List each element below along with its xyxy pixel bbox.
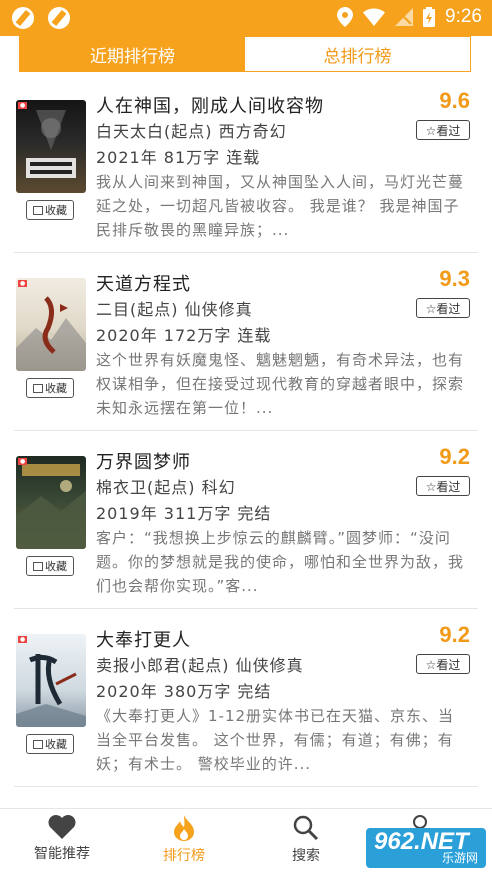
list-item[interactable]: ● 收藏 天道方程式 二目(起点) 仙侠修真 2020年 172万字 连载 这个… xyxy=(0,264,492,434)
bookmark-icon xyxy=(33,561,43,571)
favorite-label: 收藏 xyxy=(45,560,67,573)
book-cover[interactable]: ● xyxy=(16,634,86,727)
status-notifications xyxy=(12,7,70,29)
book-cover[interactable]: ● xyxy=(16,278,86,371)
seen-button[interactable]: ☆看过 xyxy=(416,654,470,674)
favorite-button[interactable]: 收藏 xyxy=(26,734,74,754)
heart-icon xyxy=(48,815,76,839)
book-title[interactable]: 大奉打更人 xyxy=(96,626,191,652)
divider xyxy=(14,430,478,431)
nav-ranking[interactable]: 排行榜 xyxy=(136,815,232,865)
book-year-words-status: 2019年 311万字 完结 xyxy=(96,504,272,523)
notification-icon xyxy=(48,7,70,29)
seen-button[interactable]: ☆看过 xyxy=(416,476,470,496)
tab-overall-ranking[interactable]: 总排行榜 xyxy=(245,37,470,71)
book-title[interactable]: 天道方程式 xyxy=(96,270,191,296)
book-description: 我从人间来到神国，又从神国坠入人间，马灯光芒蔓延之处，一切超凡皆被收容。 我是谁… xyxy=(96,173,465,239)
seen-button[interactable]: ☆看过 xyxy=(416,120,470,140)
book-score: 9.2 xyxy=(439,444,470,469)
wifi-icon xyxy=(363,8,386,26)
book-year-words-status: 2020年 380万字 完结 xyxy=(96,682,272,701)
book-year-words-status: 2020年 172万字 连载 xyxy=(96,326,272,345)
cover-art-icon xyxy=(26,110,76,178)
book-score: 9.6 xyxy=(439,88,470,113)
favorite-button[interactable]: 收藏 xyxy=(26,556,74,576)
book-cover[interactable]: ● xyxy=(16,456,86,549)
cover-badge: ● xyxy=(18,102,28,109)
book-author-genre: 白天太白(起点) 西方奇幻 xyxy=(96,122,287,141)
nav-recommend-label: 智能推荐 xyxy=(34,846,90,862)
book-title[interactable]: 万界圆梦师 xyxy=(96,448,191,474)
book-description: 《大奉打更人》1-12册实体书已在天猫、京东、当当全平台发售。 这个世界，有儒；… xyxy=(96,707,455,773)
favorite-label: 收藏 xyxy=(45,204,67,217)
book-score: 9.2 xyxy=(439,622,470,647)
favorite-label: 收藏 xyxy=(45,382,67,395)
bookmark-icon xyxy=(33,205,43,215)
favorite-button[interactable]: 收藏 xyxy=(26,200,74,220)
cover-art-icon xyxy=(16,464,86,549)
status-bar: 9:26 xyxy=(0,0,492,36)
book-year-words-status: 2021年 81万字 连载 xyxy=(96,148,261,167)
location-icon xyxy=(337,7,354,27)
book-description: 这个世界有妖魔鬼怪、魑魅魍魉，有奇术异法，也有权谋相争，但在接受过现代教育的穿越… xyxy=(96,351,465,417)
no-signal-icon xyxy=(395,8,414,26)
book-title[interactable]: 人在神国，刚成人间收容物 xyxy=(96,92,324,118)
cover-badge: ● xyxy=(18,458,28,465)
book-score: 9.3 xyxy=(439,266,470,291)
nav-recommend[interactable]: 智能推荐 xyxy=(14,815,110,863)
book-author-genre: 卖报小郎君(起点) 仙侠修真 xyxy=(96,656,304,675)
favorite-button[interactable]: 收藏 xyxy=(26,378,74,398)
list-item[interactable]: ● 收藏 人在神国，刚成人间收容物 白天太白(起点) 西方奇幻 2021年 81… xyxy=(0,86,492,256)
seen-button[interactable]: ☆看过 xyxy=(416,298,470,318)
notification-icon xyxy=(12,7,34,29)
divider xyxy=(14,786,478,787)
nav-search[interactable]: 搜索 xyxy=(258,815,354,865)
list-item[interactable]: ● 收藏 大奉打更人 卖报小郎君(起点) 仙侠修真 2020年 380万字 完结… xyxy=(0,620,492,790)
nav-search-label: 搜索 xyxy=(292,848,320,864)
search-icon xyxy=(293,815,319,841)
flame-icon xyxy=(174,815,194,841)
list-item[interactable]: ● 收藏 万界圆梦师 棉衣卫(起点) 科幻 2019年 311万字 完结 客户：… xyxy=(0,442,492,612)
cover-art-icon xyxy=(16,654,86,727)
bottom-nav: 智能推荐 排行榜 搜索 我的 962.NET 乐游网 xyxy=(0,808,492,874)
cover-badge: ● xyxy=(18,636,28,643)
book-author-genre: 二目(起点) 仙侠修真 xyxy=(96,300,253,319)
status-time: 9:26 xyxy=(445,6,482,27)
cover-badge: ● xyxy=(18,280,28,287)
ranking-tabs: 近期排行榜 总排行榜 xyxy=(19,36,471,72)
favorite-label: 收藏 xyxy=(45,738,67,751)
bookmark-icon xyxy=(33,383,43,393)
book-cover[interactable]: ● xyxy=(16,100,86,193)
cover-art-icon xyxy=(16,296,86,371)
divider xyxy=(14,252,478,253)
watermark-sub: 乐游网 xyxy=(441,851,478,865)
bookmark-icon xyxy=(33,739,43,749)
book-description: 客户：“我想换上步惊云的麒麟臂。”圆梦师：“没问题。你的梦想就是我的使命，哪怕和… xyxy=(96,529,465,595)
nav-ranking-label: 排行榜 xyxy=(163,848,205,864)
divider xyxy=(14,608,478,609)
tab-recent-ranking[interactable]: 近期排行榜 xyxy=(20,37,245,71)
watermark-logo: 962.NET 乐游网 xyxy=(366,828,486,868)
book-author-genre: 棉衣卫(起点) 科幻 xyxy=(96,478,236,497)
status-indicators: 9:26 xyxy=(337,6,482,28)
battery-charging-icon xyxy=(423,7,436,27)
